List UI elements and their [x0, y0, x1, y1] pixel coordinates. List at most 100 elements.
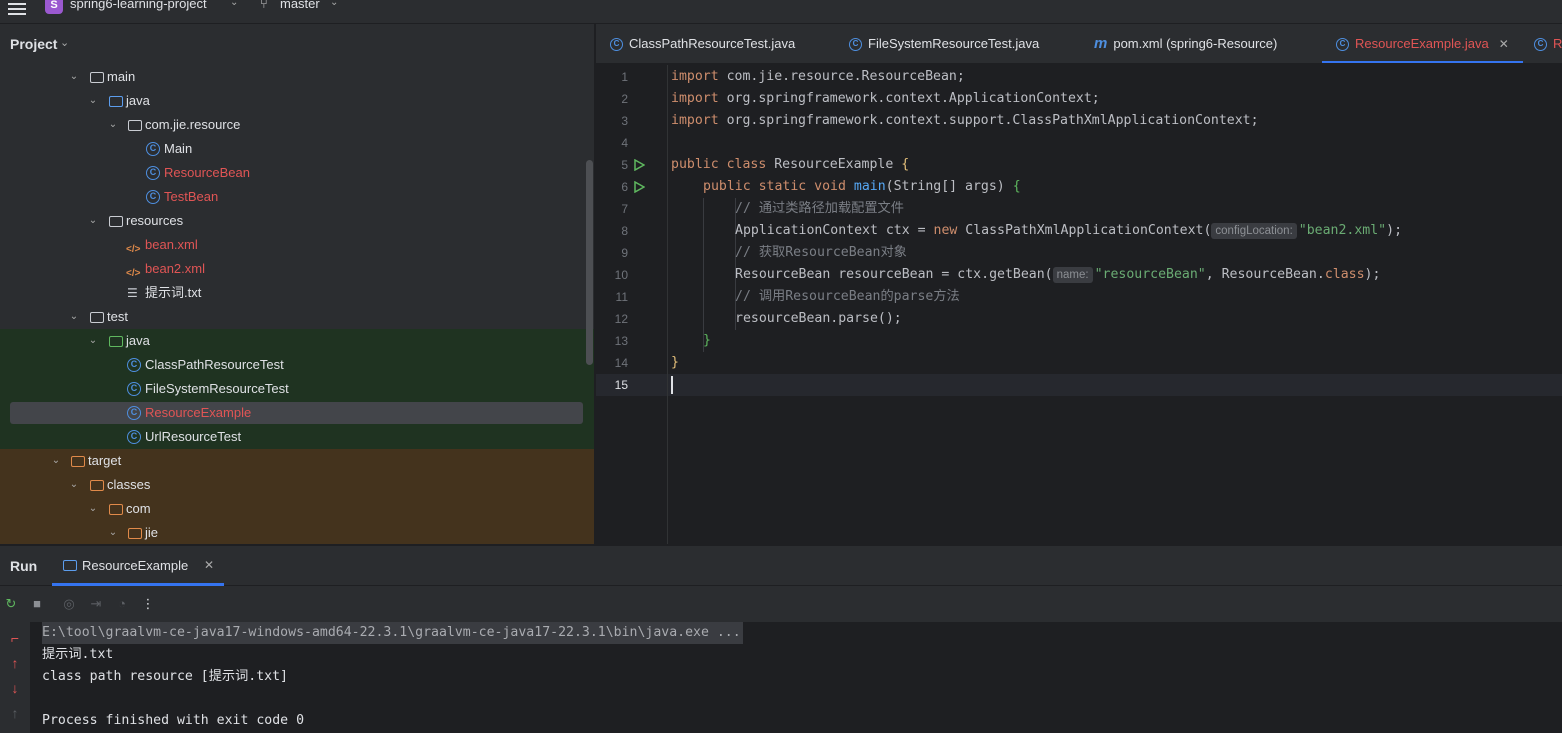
run-panel-title[interactable]: Run — [10, 558, 37, 574]
tree-item-classes[interactable]: ⌄ classes — [0, 473, 594, 497]
tab-filesystemresourcetest[interactable]: C FileSystemResourceTest.java — [849, 24, 1040, 63]
class-icon: C — [610, 38, 623, 52]
tree-item-jie[interactable]: ⌄ jie — [0, 521, 594, 544]
tree-item-label: bean.xml — [145, 237, 198, 252]
project-view-chevron-down-icon[interactable]: ⌄ — [60, 36, 69, 49]
tree-item-testbean[interactable]: C TestBean — [0, 185, 594, 209]
tree-item-test-java[interactable]: ⌄ java — [0, 329, 594, 353]
rerun-icon[interactable]: ↻ — [4, 597, 18, 611]
line-number: 13 — [614, 334, 628, 348]
line-number: 1 — [621, 70, 628, 84]
tab-resourceexample[interactable]: C ResourceExample.java ✕ — [1322, 24, 1523, 63]
tree-item-main-class[interactable]: C Main — [0, 137, 594, 161]
tab-pom-xml[interactable]: m pom.xml (spring6-Resource) — [1094, 24, 1278, 63]
tree-item-filesystemresourcetest[interactable]: C FileSystemResourceTest — [0, 377, 594, 401]
tree-item-java[interactable]: ⌄ java — [0, 89, 594, 113]
tree-item-label: java — [126, 333, 150, 348]
more-options-icon[interactable]: ⋮ — [141, 597, 155, 611]
tree-item-txt[interactable]: ☰ 提示词.txt — [0, 281, 594, 305]
main-menu-icon[interactable] — [8, 0, 26, 15]
chevron-down-icon[interactable]: ⌄ — [68, 473, 80, 497]
maven-icon: m — [1094, 35, 1108, 52]
excluded-folder-icon — [109, 504, 123, 515]
tree-item-package[interactable]: ⌄ com.jie.resource — [0, 113, 594, 137]
chevron-down-icon[interactable]: ⌄ — [68, 65, 80, 89]
tree-item-target[interactable]: ⌄ target — [0, 449, 594, 473]
close-icon[interactable]: ✕ — [1499, 37, 1509, 51]
tab-label: pom.xml (spring6-Resource) — [1113, 36, 1278, 51]
soft-wrap-icon[interactable]: ⌐ — [7, 630, 23, 646]
arrow-down-icon[interactable]: ↓ — [7, 680, 23, 696]
arrow-up-icon[interactable]: ↑ — [7, 655, 23, 671]
tree-item-classpathresourcetest[interactable]: C ClassPathResourceTest — [0, 353, 594, 377]
class-icon: C — [1336, 38, 1349, 52]
editor-tab-bar: C ClassPathResourceTest.java C FileSystemR… — [596, 24, 1562, 64]
chevron-down-icon[interactable]: ⌄ — [107, 521, 119, 544]
chevron-down-icon[interactable]: ⌄ — [87, 209, 99, 233]
console-line: class path resource [提示词.txt] — [42, 669, 288, 684]
tree-item-label: ClassPathResourceTest — [145, 357, 284, 372]
tree-item-bean2-xml[interactable]: </> bean2.xml — [0, 257, 594, 281]
line-number: 12 — [614, 312, 628, 326]
tab-overflow[interactable]: CR — [1534, 24, 1562, 63]
current-line-highlight — [596, 374, 1562, 396]
branch-name[interactable]: master — [280, 0, 320, 11]
class-icon: C — [127, 406, 141, 420]
code-line-5: public class ResourceExample { — [671, 157, 910, 172]
project-chevron-down-icon[interactable]: ⌄ — [230, 0, 238, 8]
chevron-down-icon[interactable]: ⌄ — [107, 113, 119, 137]
run-class-icon[interactable] — [633, 159, 645, 171]
folder-icon — [90, 72, 104, 83]
class-icon: C — [127, 382, 141, 396]
chevron-down-icon[interactable]: ⌄ — [87, 329, 99, 353]
code-line-11: // 调用ResourceBean的parse方法 — [735, 289, 960, 304]
export-icon[interactable]: ⇥ — [89, 597, 103, 611]
parameter-hint: configLocation: — [1211, 223, 1297, 239]
project-name[interactable]: spring6-learning-project — [70, 0, 207, 11]
chevron-down-icon[interactable]: ⌄ — [68, 305, 80, 329]
project-scrollbar[interactable] — [586, 160, 593, 365]
tab-classpathresourcetest[interactable]: C ClassPathResourceTest.java — [610, 24, 795, 63]
line-number: 3 — [621, 114, 628, 128]
tree-item-bean-xml[interactable]: </> bean.xml — [0, 233, 594, 257]
tree-item-resourcebean[interactable]: C ResourceBean — [0, 161, 594, 185]
dump-threads-icon[interactable]: ◔ — [115, 597, 129, 611]
stop-icon[interactable]: ■ — [30, 597, 44, 611]
chevron-down-icon[interactable]: ⌄ — [87, 497, 99, 521]
tab-label: FileSystemResourceTest.java — [868, 36, 1040, 51]
chevron-down-icon[interactable]: ⌄ — [87, 89, 99, 113]
resources-folder-icon — [109, 216, 123, 227]
tree-item-label: Main — [164, 141, 193, 156]
code-line-2: import org.springframework.context.Appli… — [671, 91, 1100, 106]
class-icon: C — [146, 190, 160, 204]
console-line[interactable]: E:\tool\graalvm-ce-java17-windows-amd64-… — [42, 622, 743, 644]
tree-item-resources[interactable]: ⌄ resources — [0, 209, 594, 233]
project-badge-icon[interactable]: S — [45, 0, 63, 14]
code-editor[interactable]: 1 2 3 4 5 6 7 8 9 10 11 12 13 14 15 impo… — [596, 65, 1562, 544]
tree-item-com[interactable]: ⌄ com — [0, 497, 594, 521]
excluded-folder-icon — [71, 456, 85, 467]
tree-item-resourceexample[interactable]: C ResourceExample — [0, 401, 594, 425]
close-icon[interactable]: ✕ — [204, 558, 214, 572]
project-panel-title[interactable]: Project — [10, 36, 57, 52]
code-line-10: ResourceBean resourceBean = ctx.getBean(… — [735, 267, 1381, 283]
line-number: 14 — [614, 356, 628, 370]
tree-item-label: com — [126, 501, 151, 516]
tree-item-urlresourcetest[interactable]: C UrlResourceTest — [0, 425, 594, 449]
tree-item-label: com.jie.resource — [145, 117, 241, 132]
run-tab-label: ResourceExample — [82, 558, 189, 573]
run-main-icon[interactable] — [633, 181, 645, 193]
tree-item-main[interactable]: ⌄ main — [0, 65, 594, 89]
console-output[interactable]: E:\tool\graalvm-ce-java17-windows-amd64-… — [30, 622, 1562, 733]
line-number: 8 — [621, 224, 628, 238]
chevron-down-icon[interactable]: ⌄ — [50, 449, 62, 473]
tree-item-test[interactable]: ⌄ test — [0, 305, 594, 329]
run-tab-resourceexample[interactable]: ResourceExample ✕ — [52, 546, 224, 586]
branch-chevron-down-icon[interactable]: ⌄ — [330, 0, 338, 8]
scroll-top-icon[interactable]: ↑ — [7, 705, 23, 721]
class-icon: C — [1534, 38, 1547, 52]
camera-icon[interactable]: ◎ — [62, 597, 76, 611]
console-line: Process finished with exit code 0 — [42, 713, 305, 728]
title-bar: S spring6-learning-project ⌄ ⑂ master ⌄ — [0, 0, 1562, 24]
xml-file-icon: </> — [126, 268, 141, 279]
